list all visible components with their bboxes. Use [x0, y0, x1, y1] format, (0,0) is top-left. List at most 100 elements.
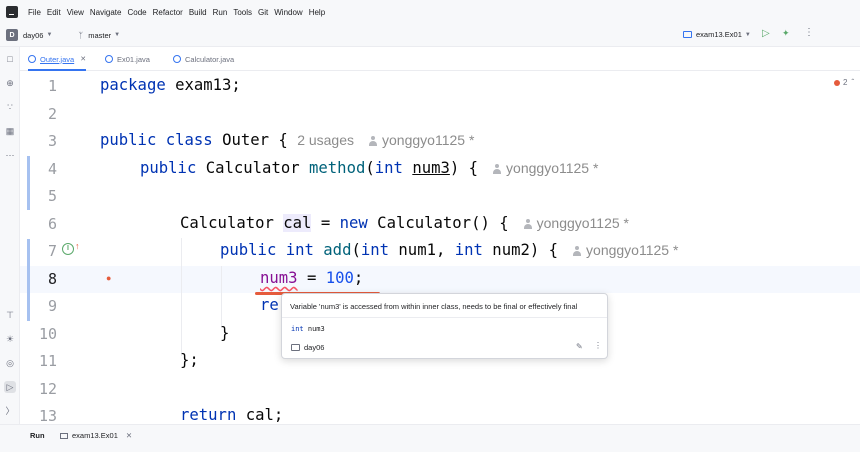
code-text: };	[180, 351, 199, 369]
java-interface-icon	[173, 55, 181, 63]
code-text: =	[297, 269, 326, 287]
run-tab-label: exam13.Ex01	[72, 431, 118, 440]
chevron-down-icon: ▼	[744, 31, 751, 38]
menu-git[interactable]: Git	[258, 8, 268, 17]
app-logo-icon	[6, 6, 18, 18]
run-tool-icon[interactable]: ▷	[4, 381, 16, 393]
method-name: add	[323, 241, 352, 259]
author-hint[interactable]: yonggyo1125 *	[586, 242, 678, 258]
menu-window[interactable]: Window	[274, 8, 302, 17]
implements-method-icon[interactable]: I	[62, 243, 74, 255]
menu-refactor[interactable]: Refactor	[153, 8, 183, 17]
build-hammer-icon[interactable]: ⊤	[4, 309, 16, 321]
commit-icon[interactable]: ⊕	[4, 77, 16, 89]
project-badge[interactable]: D	[6, 29, 18, 41]
code-text: exam13;	[165, 76, 241, 94]
tab-label: Outer.java	[40, 54, 75, 64]
line-number: 3	[47, 132, 57, 150]
problems-indicator[interactable]: 2 ˆ	[834, 78, 854, 87]
code-line-9: re	[260, 296, 279, 314]
code-text: =	[311, 214, 340, 232]
line-number: 1	[47, 77, 57, 95]
run-tool-window-header: Run exam13.Ex01 ✕	[0, 424, 860, 452]
run-tab[interactable]: exam13.Ex01 ✕	[60, 431, 132, 440]
menu-navigate[interactable]: Navigate	[90, 8, 122, 17]
edit-pencil-icon[interactable]: ✎	[576, 342, 583, 351]
code-content[interactable]: package exam13; public class Outer { 2 u…	[100, 72, 860, 424]
chevron-down-icon[interactable]: ▼	[46, 32, 52, 38]
keyword: public	[140, 159, 197, 177]
pull-requests-icon[interactable]: ∵	[4, 101, 16, 113]
tab-ex01-java[interactable]: Ex01.java	[105, 47, 150, 71]
tab-outer-java[interactable]: Outer.java ✕	[28, 47, 87, 71]
code-text: Calculator() {	[367, 214, 509, 232]
close-icon[interactable]: ✕	[126, 431, 132, 440]
project-folder-icon[interactable]: □	[4, 53, 16, 65]
project-name[interactable]: day06	[23, 31, 43, 40]
menu-help[interactable]: Help	[309, 8, 325, 17]
author-hint[interactable]: yonggyo1125 *	[537, 215, 629, 231]
services-icon[interactable]: ◎	[4, 357, 16, 369]
tab-label: Ex01.java	[117, 54, 150, 64]
keyword: int	[360, 241, 390, 259]
menu-tools[interactable]: Tools	[233, 8, 252, 17]
tab-calculator-java[interactable]: Calculator.java	[173, 47, 234, 71]
more-icon[interactable]: ⋮	[804, 27, 814, 38]
variable-name: cal	[283, 214, 312, 232]
java-class-icon	[105, 55, 113, 63]
code-line-7: public int add(int num1, int num2) {yong…	[220, 241, 678, 259]
chevron-up-icon[interactable]: ˆ	[851, 78, 854, 87]
line-number: 4	[47, 160, 57, 178]
code-line-1: package exam13;	[100, 76, 241, 94]
chevron-down-icon: ▼	[114, 32, 121, 38]
user-icon	[492, 164, 502, 174]
structure-icon[interactable]: ▦	[4, 125, 16, 137]
usages-hint[interactable]: 2 usages	[297, 132, 354, 148]
left-tool-strip: □ ⊕ ∵ ▦ ⋯ ⊤ ☀ ◎ ▷ 〉 ⓘ	[0, 47, 20, 452]
branch-name: master	[88, 30, 112, 40]
number-literal: 100	[325, 269, 354, 287]
run-icon[interactable]: ▷	[762, 28, 770, 39]
line-number: 12	[38, 380, 57, 398]
line-number: 5	[47, 187, 57, 205]
debug-icon[interactable]: ✦	[782, 28, 790, 39]
line-number: 11	[38, 352, 57, 370]
line-number: 9	[47, 297, 57, 315]
author-hint[interactable]: yonggyo1125 *	[382, 132, 474, 148]
arrow-up-icon[interactable]: ↑	[75, 241, 80, 251]
menu-file[interactable]: File	[28, 8, 41, 17]
menu-view[interactable]: View	[67, 8, 84, 17]
divider	[282, 317, 607, 318]
keyword: int	[285, 241, 314, 259]
menu-code[interactable]: Code	[127, 8, 146, 17]
code-editor[interactable]: 1 2 3 4 5 6 7 8 9 10 11 12 13 I ↑ ● pack…	[20, 72, 860, 424]
code-text: Calculator	[180, 214, 284, 232]
code-text: Calculator	[196, 159, 310, 177]
param-name: num3	[412, 159, 450, 177]
app-window-icon	[683, 31, 692, 38]
user-icon	[572, 246, 582, 256]
code-text: }	[220, 324, 230, 342]
menu-build[interactable]: Build	[189, 8, 207, 17]
debug-bug-icon[interactable]: ☀	[4, 333, 16, 345]
error-identifier[interactable]: num3	[260, 269, 298, 287]
more-tools-icon[interactable]: ⋯	[4, 149, 16, 161]
run-config-selector[interactable]: exam13.Ex01 ▼	[683, 30, 751, 39]
menu-edit[interactable]: Edit	[47, 8, 61, 17]
error-tooltip-popup: Variable 'num3' is accessed from within …	[281, 293, 608, 359]
menu-run[interactable]: Run	[213, 8, 228, 17]
error-count: 2	[843, 78, 848, 87]
line-number: 7	[47, 242, 57, 260]
keyword: re	[260, 296, 279, 314]
code-line-3: public class Outer { 2 usages yonggyo1125…	[100, 131, 474, 149]
more-icon[interactable]: ⋮	[594, 341, 602, 350]
branch-selector[interactable]: ᛉ master ▼	[78, 31, 120, 40]
keyword: class	[165, 131, 213, 149]
code-text: (	[365, 159, 375, 177]
terminal-icon[interactable]: 〉	[4, 405, 16, 417]
close-icon[interactable]: ✕	[80, 55, 86, 63]
module-info[interactable]: day06	[291, 343, 324, 352]
author-hint[interactable]: yonggyo1125 *	[506, 160, 598, 176]
decl-name: num3	[307, 325, 325, 333]
code-line-10: }	[220, 324, 229, 342]
